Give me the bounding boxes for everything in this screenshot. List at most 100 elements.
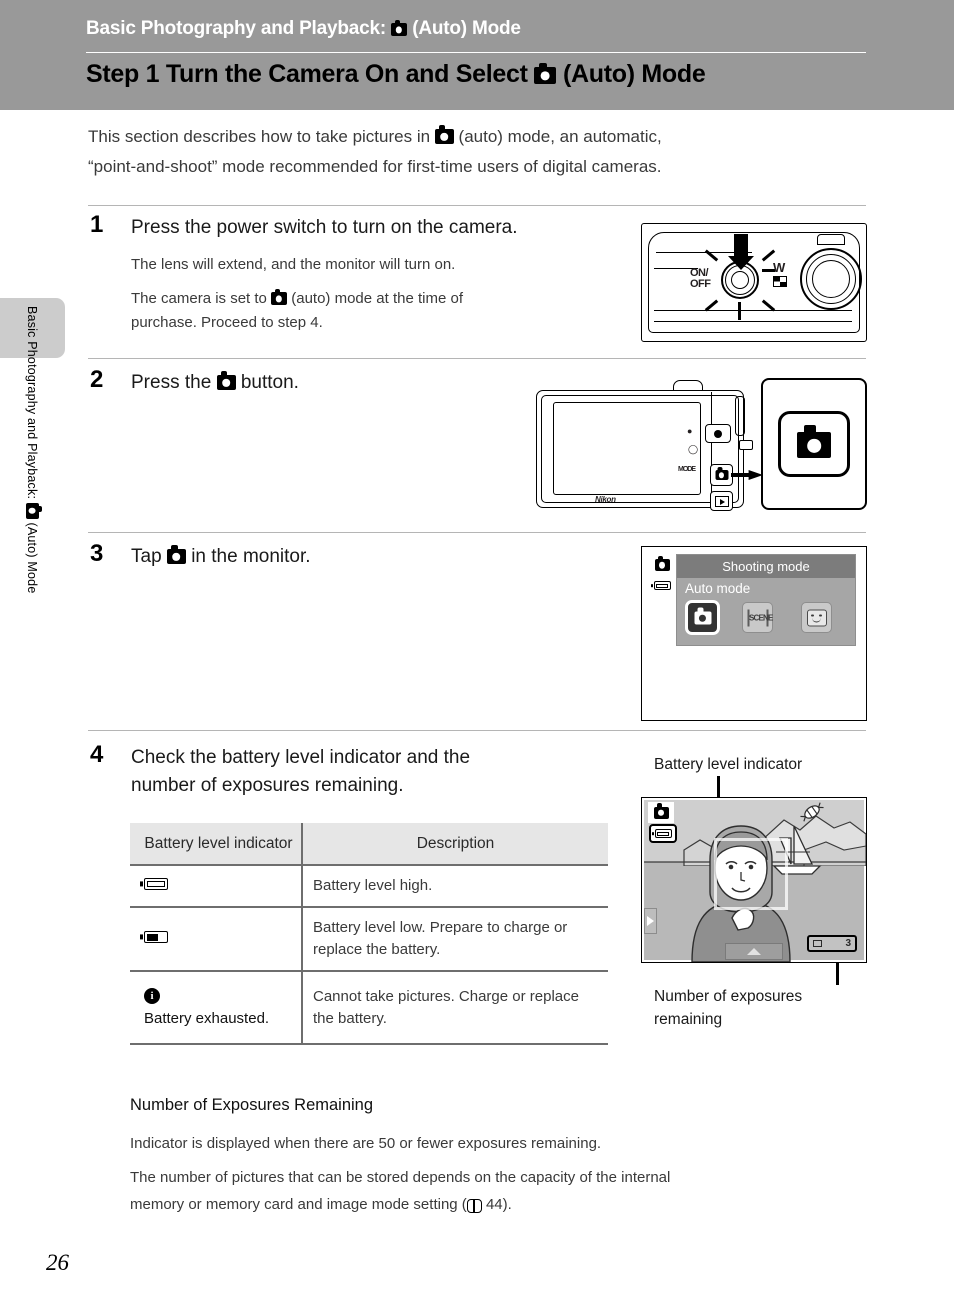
notes-paragraph: The number of pictures that can be store… xyxy=(130,1164,860,1218)
shooting-mode-camera-icon xyxy=(216,371,236,390)
battery-icon xyxy=(653,581,671,590)
table-row: Battery level low. Prepare to charge or … xyxy=(130,907,608,972)
step-number: 1 xyxy=(90,211,104,238)
monitor-screen: Shooting mode Auto mode SCENE xyxy=(645,550,863,717)
smart-portrait-mode-option[interactable] xyxy=(801,602,832,633)
battery-icon-cell xyxy=(130,907,303,972)
chapter-side-label: Basic Photography and Playback: (Auto) M… xyxy=(17,306,39,756)
memory-card-icon xyxy=(813,940,822,947)
step4-heading-line1: Check the battery level indicator and th… xyxy=(131,747,471,768)
step-number: 2 xyxy=(90,366,104,393)
step-heading: Press the power switch to turn on the ca… xyxy=(131,217,518,238)
notes-heading: Number of Exposures Remaining xyxy=(130,1096,374,1114)
exposures-callout-line1: Number of exposures xyxy=(654,988,803,1005)
exposures-remaining-callout-label: Number of exposures remaining xyxy=(654,985,864,1031)
auto-mode-option[interactable] xyxy=(685,600,720,635)
smart-portrait-mode-icon xyxy=(806,609,827,626)
table-cell-description: Battery level low. Prepare to charge or … xyxy=(302,907,608,972)
step1-body2-b: (auto) mode at the time of xyxy=(291,290,463,307)
auto-mode-camera-icon xyxy=(166,545,186,564)
camera-contour-line xyxy=(654,321,852,323)
camera-icon xyxy=(653,803,669,819)
shooting-mode-camera-icon xyxy=(797,425,831,459)
step2-heading-a: Press the xyxy=(131,372,212,393)
bird-icon xyxy=(800,802,824,822)
shooting-mode-indicator xyxy=(648,802,674,823)
callout-leader-vertical xyxy=(836,963,839,985)
scene-mode-icon: SCENE xyxy=(747,609,773,626)
figure-camera-top-view: ON/ OFF W xyxy=(641,223,867,342)
arrow-head xyxy=(728,256,754,270)
step-divider xyxy=(88,205,866,206)
table-row: Battery level high. xyxy=(130,864,608,908)
playback-icon xyxy=(715,496,729,507)
page-header-band xyxy=(0,0,954,110)
battery-exhausted-label: Battery exhausted. xyxy=(144,1010,270,1027)
exposures-remaining-value: 3 xyxy=(845,938,851,949)
page-title-suffix: (Auto) Mode xyxy=(562,60,706,88)
step-divider xyxy=(88,730,866,731)
power-indicator-ray xyxy=(738,302,741,320)
figure-live-view-monitor: 3 xyxy=(641,797,867,963)
notes-para2-line2-a: memory or memory card and image mode set… xyxy=(130,1196,467,1213)
step-heading: Check the battery level indicator and th… xyxy=(131,744,601,800)
page-title: Step 1 Turn the Camera On and Select (Au… xyxy=(86,60,706,89)
chapter-title: Basic Photography and Playback: (Auto) M… xyxy=(86,18,521,40)
playback-button xyxy=(710,491,733,511)
step1-body3: purchase. Proceed to step 4. xyxy=(131,314,323,331)
chapter-side-label-suffix: (Auto) Mode xyxy=(25,522,39,594)
thumbnail-grid-icon xyxy=(773,276,787,287)
flash-label: ◯ xyxy=(688,444,699,454)
brand-logo: Nikon xyxy=(595,495,616,504)
movie-record-button xyxy=(705,424,731,443)
power-switch-button xyxy=(731,271,749,289)
bottom-menu-tab[interactable] xyxy=(725,943,783,960)
figure-camera-back-view: Nikon ● ◯ MODE xyxy=(533,378,867,520)
chapter-title-prefix: Basic Photography and Playback: xyxy=(86,18,386,39)
auto-mode-camera-icon xyxy=(391,19,408,36)
battery-low-icon xyxy=(144,931,168,943)
chapter-side-label-prefix: Basic Photography and Playback: xyxy=(25,306,39,500)
panel-subtitle: Auto mode xyxy=(685,581,751,596)
step-heading: Tap in the monitor. xyxy=(131,543,311,571)
auto-mode-camera-icon xyxy=(26,502,39,519)
step1-body2-a: The camera is set to xyxy=(131,290,267,307)
shooting-mode-tab-icon xyxy=(649,554,675,576)
table-header-row: Battery level indicator Description xyxy=(130,823,608,865)
exposures-callout-line2: remaining xyxy=(654,1011,723,1028)
shooting-mode-button-callout xyxy=(761,378,867,510)
step-body-text: The lens will extend, and the monitor wi… xyxy=(131,256,456,273)
side-menu-tab[interactable] xyxy=(644,908,657,934)
record-dot-icon xyxy=(714,429,722,438)
step-number: 4 xyxy=(90,741,104,768)
arrow-stem xyxy=(734,234,748,258)
intro-paragraph: This section describes how to take pictu… xyxy=(88,122,863,182)
scene-mode-option[interactable]: SCENE xyxy=(742,602,773,633)
camera-monitor-screen xyxy=(553,402,701,495)
shooting-mode-button-magnified xyxy=(778,411,850,477)
battery-full-icon xyxy=(144,878,168,890)
step-number: 3 xyxy=(90,540,104,567)
table-header-cell: Description xyxy=(302,823,608,865)
step-divider xyxy=(88,358,866,359)
shooting-mode-panel: Shooting mode Auto mode SCENE xyxy=(676,554,856,646)
lens-ring-inner xyxy=(812,260,850,298)
battery-level-indicator xyxy=(649,824,677,843)
notes-para2-line1: The number of pictures that can be store… xyxy=(130,1169,671,1186)
auto-mode-camera-icon xyxy=(271,288,288,305)
zoom-wide-label: W xyxy=(773,260,786,275)
shooting-mode-camera-icon xyxy=(715,467,728,480)
step3-heading-b: in the monitor. xyxy=(191,546,311,567)
page-title-prefix: Step 1 Turn the Camera On and Select xyxy=(86,60,528,88)
mode-button-label: MODE xyxy=(678,466,696,473)
table-cell-description: Battery level high. xyxy=(302,864,608,908)
notes-paragraph: Indicator is displayed when there are 50… xyxy=(130,1135,602,1152)
header-divider xyxy=(86,52,866,53)
battery-icon-cell xyxy=(130,864,303,908)
intro-line1-b: (auto) mode, an automatic, xyxy=(458,127,662,146)
camera-contour-line xyxy=(654,310,852,312)
auto-mode-camera-icon xyxy=(694,607,711,625)
shooting-mode-button xyxy=(710,464,733,486)
auto-mode-camera-icon xyxy=(534,62,557,84)
step-divider xyxy=(88,532,866,533)
